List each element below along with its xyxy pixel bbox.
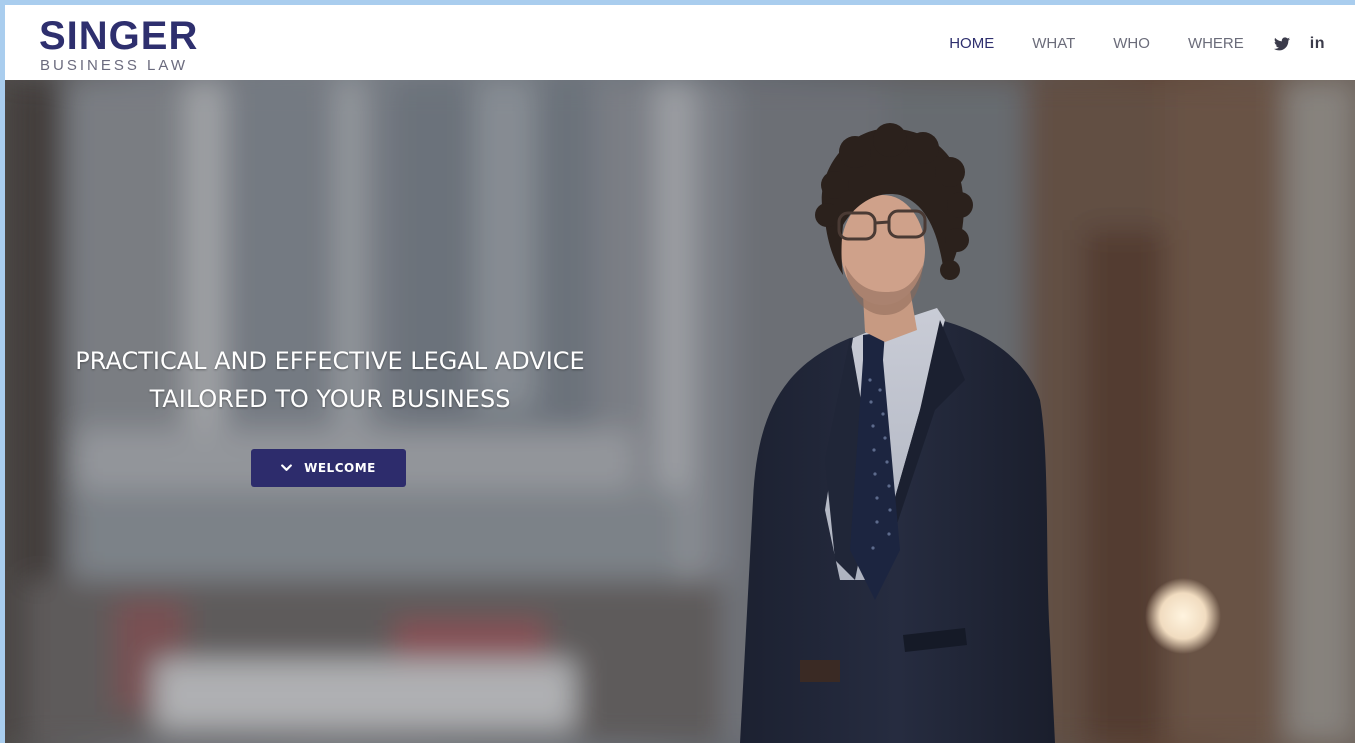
hero-section: PRACTICAL AND EFFECTIVE LEGAL ADVICE TAI…: [5, 80, 1355, 743]
page-frame: SINGER BUSINESS LAW HOME WHAT WHO WHERE …: [0, 0, 1355, 743]
nav-item-where[interactable]: WHERE: [1188, 34, 1244, 54]
logo-name: SINGER: [39, 14, 199, 58]
welcome-button[interactable]: WELCOME: [251, 449, 406, 487]
nav-item-home[interactable]: HOME: [949, 34, 994, 54]
hero-headline-line-1: PRACTICAL AND EFFECTIVE LEGAL ADVICE: [75, 347, 585, 375]
nav-item-who[interactable]: WHO: [1113, 34, 1150, 54]
welcome-button-label: WELCOME: [304, 461, 376, 475]
twitter-icon[interactable]: [1273, 37, 1290, 51]
nav-item-what[interactable]: WHAT: [1032, 34, 1075, 54]
chevron-down-icon: [281, 464, 293, 472]
logo[interactable]: SINGER BUSINESS LAW: [38, 13, 228, 75]
website: SINGER BUSINESS LAW HOME WHAT WHO WHERE …: [5, 5, 1355, 743]
hero-headline: PRACTICAL AND EFFECTIVE LEGAL ADVICE TAI…: [5, 342, 655, 418]
site-header: SINGER BUSINESS LAW HOME WHAT WHO WHERE …: [5, 5, 1355, 80]
linkedin-icon[interactable]: in: [1310, 35, 1325, 53]
logo-tagline: BUSINESS LAW: [40, 57, 188, 74]
hero-headline-line-2: TAILORED TO YOUR BUSINESS: [149, 385, 511, 413]
main-nav: HOME WHAT WHO WHERE in: [911, 33, 1325, 55]
